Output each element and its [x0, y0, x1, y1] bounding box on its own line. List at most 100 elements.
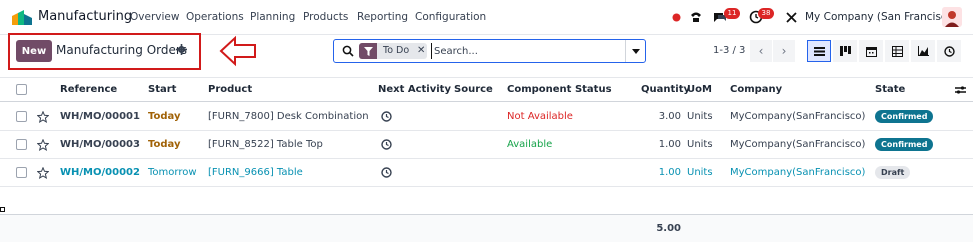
state-badge: Confirmed: [875, 138, 934, 151]
top-navbar: Manufacturing Overview Operations Planni…: [0, 0, 973, 35]
cell-state: Confirmed: [875, 131, 934, 158]
search-facet[interactable]: To Do ✕: [359, 43, 428, 59]
favorite-star-icon[interactable]: [37, 103, 49, 130]
search-bar[interactable]: To Do ✕: [333, 39, 646, 63]
app-name[interactable]: Manufacturing: [38, 9, 132, 24]
cell-quantity: 3.00: [658, 111, 681, 122]
column-reference[interactable]: Reference: [60, 78, 117, 101]
row-checkbox[interactable]: [16, 131, 27, 158]
view-pivot-button[interactable]: [885, 40, 909, 62]
table-row[interactable]: WH/MO/00001 Today [FURN_7800] Desk Combi…: [0, 103, 973, 131]
messages-badge: 11: [724, 8, 740, 19]
cell-reference: WH/MO/00002: [60, 167, 140, 178]
page-title: Manufacturing Orders: [56, 43, 188, 57]
state-badge: Confirmed: [875, 110, 934, 123]
tools-icon[interactable]: [783, 9, 799, 25]
pager-next-button[interactable]: ›: [773, 40, 795, 62]
cell-uom: Units: [687, 111, 713, 122]
total-quantity: 5.00: [656, 223, 681, 234]
cell-company: MyCompany(SanFrancisco): [730, 111, 866, 122]
optional-columns-icon[interactable]: [955, 78, 966, 101]
menu-configuration[interactable]: Configuration: [415, 11, 486, 23]
select-all-checkbox[interactable]: [16, 78, 27, 101]
pivot-view-icon: [891, 45, 903, 57]
view-activity-button[interactable]: [937, 40, 961, 62]
company-switcher[interactable]: My Company (San Francisco): [805, 11, 957, 23]
cell-component-status: Available: [507, 139, 553, 150]
cell-product: [FURN_7800] Desk Combination: [208, 111, 369, 122]
chevron-left-icon: ‹: [758, 44, 764, 58]
column-source[interactable]: Source: [454, 78, 493, 101]
column-next-activity[interactable]: Next Activity: [378, 78, 451, 101]
search-input[interactable]: [431, 43, 621, 59]
phone-icon[interactable]: [688, 9, 704, 25]
cell-reference: WH/MO/00003: [60, 139, 140, 150]
facet-label: To Do: [383, 45, 410, 56]
column-company[interactable]: Company: [730, 78, 782, 101]
gear-icon[interactable]: [176, 44, 187, 55]
cell-product: [FURN_9666] Table: [208, 167, 303, 178]
kanban-view-icon: [839, 46, 851, 56]
menu-planning[interactable]: Planning: [250, 11, 295, 23]
cell-state: Confirmed: [875, 103, 934, 130]
cell-start: Tomorrow: [148, 167, 197, 178]
cell-component-status: Not Available: [507, 111, 573, 122]
pager-previous-button[interactable]: ‹: [750, 40, 772, 62]
view-graph-button[interactable]: [911, 40, 935, 62]
filter-icon: [359, 43, 377, 59]
facet-close-icon[interactable]: ✕: [415, 43, 427, 59]
cell-product: [FURN_8522] Table Top: [208, 139, 323, 150]
menu-overview[interactable]: Overview: [130, 11, 179, 23]
activity-clock-icon[interactable]: [381, 159, 392, 186]
menu-operations[interactable]: Operations: [186, 11, 244, 23]
calendar-view-icon: [865, 46, 877, 57]
favorite-star-icon[interactable]: [37, 131, 49, 158]
row-checkbox[interactable]: [16, 159, 27, 186]
list-view-icon: [813, 46, 825, 56]
menu-products[interactable]: Products: [303, 11, 348, 23]
manufacturing-app-icon[interactable]: [12, 10, 32, 25]
activity-view-icon: [943, 45, 955, 57]
search-icon: [342, 45, 354, 57]
view-list-button[interactable]: [807, 40, 831, 62]
new-button[interactable]: New: [16, 40, 52, 62]
resize-handle: [0, 207, 5, 212]
graph-view-icon: [917, 46, 929, 56]
status-dot-icon[interactable]: [668, 9, 684, 25]
menu-reporting[interactable]: Reporting: [357, 11, 408, 23]
cell-company: MyCompany(SanFrancisco): [730, 139, 866, 150]
caret-down-icon: [631, 48, 640, 54]
cell-state: Draft: [875, 159, 911, 186]
pager-value[interactable]: 1-3 / 3: [713, 45, 745, 56]
search-options-toggle[interactable]: [625, 40, 645, 62]
column-uom[interactable]: UoM: [687, 78, 712, 101]
activities-badge: 38: [758, 8, 774, 19]
cell-uom: Units: [687, 167, 713, 178]
column-component-status[interactable]: Component Status: [507, 78, 612, 101]
annotation-arrow-icon: [219, 35, 256, 67]
column-start[interactable]: Start: [148, 78, 176, 101]
view-calendar-button[interactable]: [859, 40, 883, 62]
table-header: Reference Start Product Next Activity So…: [0, 77, 973, 102]
cell-reference: WH/MO/00001: [60, 111, 140, 122]
column-state[interactable]: State: [875, 78, 905, 101]
table-footer: 5.00: [0, 214, 973, 242]
cell-uom: Units: [687, 139, 713, 150]
cell-start: Today: [148, 111, 181, 122]
activity-clock-icon[interactable]: [381, 103, 392, 130]
cell-company: MyCompany(SanFrancisco): [730, 167, 866, 178]
state-badge: Draft: [875, 166, 911, 179]
view-kanban-button[interactable]: [833, 40, 857, 62]
table-row[interactable]: WH/MO/00002 Tomorrow [FURN_9666] Table 1…: [0, 159, 973, 187]
chevron-right-icon: ›: [781, 44, 787, 58]
cell-quantity: 1.00: [658, 167, 681, 178]
favorite-star-icon[interactable]: [37, 159, 49, 186]
activity-clock-icon[interactable]: [381, 131, 392, 158]
column-quantity[interactable]: Quantity: [641, 78, 690, 101]
user-avatar[interactable]: [942, 7, 962, 27]
cell-start: Today: [148, 139, 181, 150]
row-checkbox[interactable]: [16, 103, 27, 130]
table-row[interactable]: WH/MO/00003 Today [FURN_8522] Table Top …: [0, 131, 973, 159]
cell-quantity: 1.00: [658, 139, 681, 150]
column-product[interactable]: Product: [208, 78, 252, 101]
